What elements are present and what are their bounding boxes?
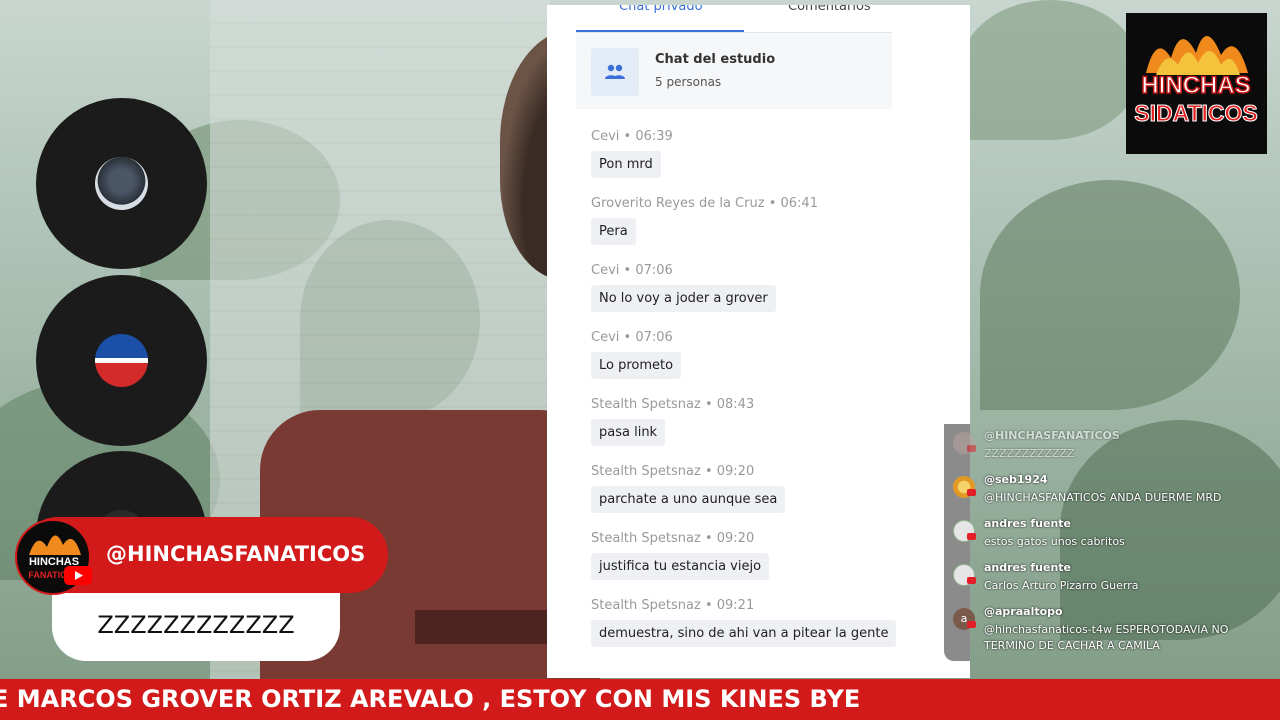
commenter-name: andres fuente [984,517,1072,530]
message-time: 09:20 [716,464,755,479]
chat-message: Stealth Spetsnaz • 09:20 justifica tu es… [591,531,770,580]
featured-username: @HINCHASFANATICOS [106,542,366,566]
message-author: Cevi [591,129,620,144]
meta-separator: • [623,263,632,278]
meta-separator: • [768,196,777,211]
participant-avatar [95,334,148,387]
message-bubble: demuestra, sino de ahi van a pitear la g… [591,620,897,647]
shirt-print [415,610,555,644]
message-author: Stealth Spetsnaz [591,464,701,479]
active-tab-indicator [576,30,744,32]
logo-text-line2: SIDATICOS [1134,100,1258,126]
chat-message: Stealth Spetsnaz • 09:20 parchate a uno … [591,464,786,513]
meta-separator: • [623,330,632,345]
commenter-name: @HINCHASFANATICOS [984,429,1120,442]
chat-message: Groverito Reyes de la Cruz • 06:41 Pera [591,196,818,245]
news-ticker: E MARCOS GROVER ORTIZ AREVALO , ESTOY CO… [0,679,1280,720]
message-bubble: No lo voy a joder a grover [591,285,776,312]
chat-tabs: Chat privado Comentarios [576,5,892,33]
meta-separator: • [704,397,713,412]
message-bubble: Pera [591,218,636,245]
meta-separator: • [704,464,713,479]
youtube-badge-icon [967,533,976,540]
participant-avatar [95,157,148,210]
meta-separator: • [704,531,713,546]
comment-text: estos gatos unos cabritos [984,535,1125,548]
chat-message: Cevi • 07:06 No lo voy a joder a grover [591,263,776,312]
message-time: 09:21 [716,598,755,613]
tab-comentarios[interactable]: Comentarios [788,5,871,14]
group-member-count: 5 personas [655,75,722,89]
comment-text: Carlos Arturo Pizarro Guerra [984,579,1139,592]
youtube-badge-icon [967,621,976,628]
message-author: Cevi [591,330,620,345]
participant-disc-1 [36,98,207,269]
message-author: Stealth Spetsnaz [591,598,701,613]
message-time: 07:06 [635,330,673,345]
message-time: 06:39 [635,129,673,144]
message-author: Cevi [591,263,620,278]
featured-message: ZZZZZZZZZZZZ [97,611,295,639]
commenter-name: andres fuente [984,561,1072,574]
participant-disc-2 [36,275,207,446]
message-bubble: Pon mrd [591,151,661,178]
message-bubble: parchate a uno aunque sea [591,486,786,513]
meta-separator: • [623,129,632,144]
channel-logo: HINCHAS SIDATICOS [1126,13,1267,154]
youtube-badge-icon [967,577,976,584]
comment-text: @hinchasfanaticos-t4w ESPEROTODAVIA NO T… [984,623,1229,652]
message-time: 07:06 [635,263,673,278]
message-author: Stealth Spetsnaz [591,397,701,412]
comment-text: @HINCHASFANATICOS ANDA DUERME MRD [984,491,1222,504]
tab-chat-privado[interactable]: Chat privado [619,5,703,14]
chat-panel: Chat privado Comentarios Chat del estudi… [547,5,970,678]
comment-text: ZZZZZZZZZZZZ [984,447,1075,460]
message-bubble: Lo prometo [591,352,682,379]
commenter-name: @apraaltopo [984,605,1063,618]
group-chat-header[interactable]: Chat del estudio 5 personas [576,33,892,109]
message-time: 08:43 [716,397,755,412]
message-author: Stealth Spetsnaz [591,531,701,546]
youtube-badge-icon [967,445,976,452]
chat-message: Cevi • 06:39 Pon mrd [591,129,673,178]
message-time: 06:41 [780,196,818,211]
group-title: Chat del estudio [655,52,776,67]
ticker-text: E MARCOS GROVER ORTIZ AREVALO , ESTOY CO… [0,685,861,713]
youtube-logo-icon [64,566,92,585]
chat-message: Cevi • 07:06 Lo prometo [591,330,682,379]
message-author: Groverito Reyes de la Cruz [591,196,765,211]
live-comments-overlay: @HINCHASFANATICOS ZZZZZZZZZZZZ @seb1924 … [944,424,1270,661]
commenter-name: @seb1924 [984,473,1048,486]
message-bubble: justifica tu estancia viejo [591,553,770,580]
people-icon [591,48,639,96]
meta-separator: • [704,598,713,613]
logo-text-line1: HINCHAS [1141,72,1250,99]
chat-message: Stealth Spetsnaz • 08:43 pasa link [591,397,754,446]
chat-message: Stealth Spetsnaz • 09:21 demuestra, sino… [591,598,897,647]
youtube-badge-icon [967,489,976,496]
message-bubble: pasa link [591,419,666,446]
message-time: 09:20 [716,531,755,546]
featured-comment-message-box: ZZZZZZZZZZZZ [52,593,340,661]
